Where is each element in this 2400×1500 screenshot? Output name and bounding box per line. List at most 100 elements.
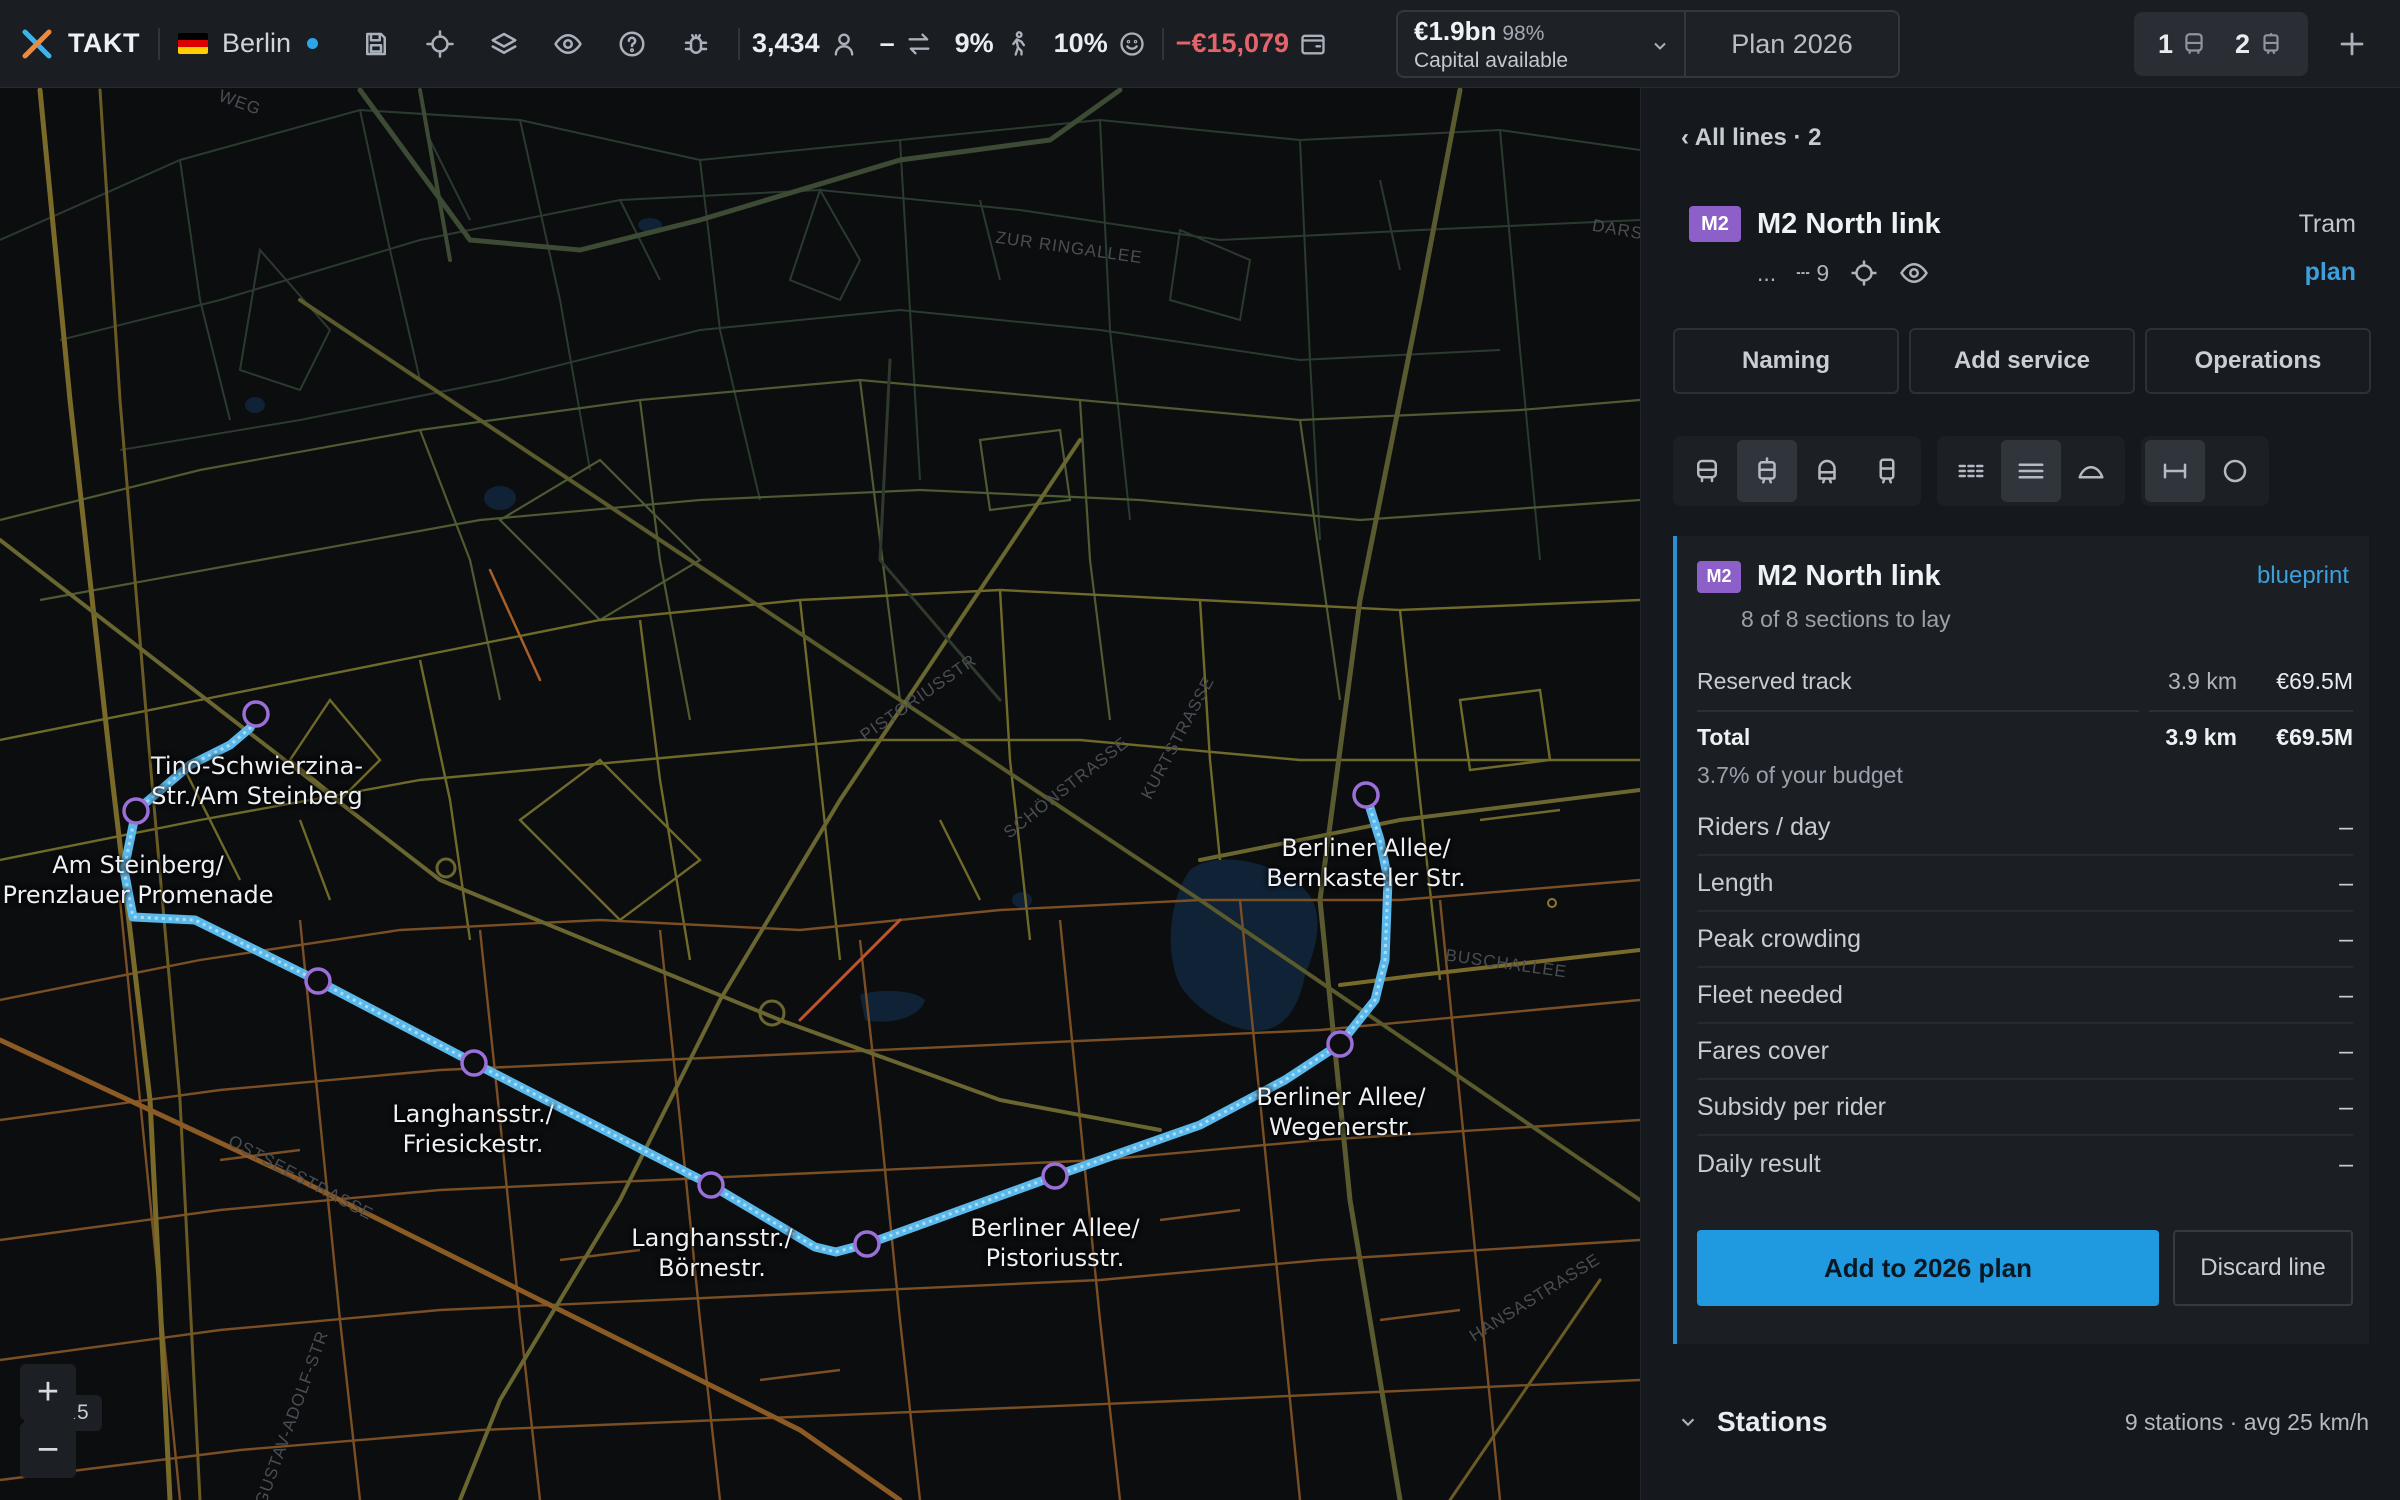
debug-button[interactable]: [664, 12, 728, 76]
total-km: 3.9 km: [2165, 724, 2237, 750]
add-service-button[interactable]: Add service: [1909, 328, 2135, 394]
divider: [738, 27, 741, 60]
line-badge: M2: [1689, 206, 1741, 242]
station-marker[interactable]: [1326, 1030, 1354, 1058]
circle-icon: [2223, 459, 2247, 483]
station-marker[interactable]: [460, 1049, 488, 1077]
line-type: Tram: [2298, 210, 2356, 238]
track-elevated-button[interactable]: [2061, 440, 2121, 502]
arch-icon: [2078, 466, 2104, 479]
station-label: Berliner Allee/ Bernkasteler Str.: [1266, 834, 1466, 892]
locate-button[interactable]: [408, 12, 472, 76]
station-marker[interactable]: [242, 700, 270, 728]
budget-share: 3.7% of your budget: [1697, 762, 1903, 788]
station-marker[interactable]: [304, 967, 332, 995]
train-type-button[interactable]: [1857, 440, 1917, 502]
help-icon: [619, 31, 645, 56]
save-icon: [366, 32, 387, 55]
balance-stat: −€15,079: [1176, 28, 1327, 59]
total-label: Total: [1697, 724, 1751, 750]
tram-icon: [2263, 33, 2279, 55]
metric-value: –: [2339, 924, 2353, 953]
mode-tram[interactable]: 2: [2235, 29, 2284, 60]
crosshair-icon: [426, 29, 454, 58]
bus-type-button[interactable]: [1677, 440, 1737, 502]
metro-type-button[interactable]: [1797, 440, 1857, 502]
bus-icon: [1697, 459, 1717, 483]
all-lines-link[interactable]: ‹ All lines · 2: [1681, 124, 1821, 152]
brand[interactable]: TAKT: [0, 0, 140, 88]
plan-2026-button[interactable]: Plan 2026: [1686, 10, 1900, 78]
line-detail-panel: ‹ All lines · 2 M2 M2 North link Tram ..…: [1640, 88, 2400, 1500]
metric-row: Length –: [1697, 856, 2353, 912]
walk-stat: 9%: [955, 28, 1032, 59]
total-row: Total 3.9 km €69.5M: [1697, 724, 2353, 751]
live-status-dot: [307, 38, 319, 49]
station-marker[interactable]: [122, 797, 150, 825]
line-badge: M2: [1697, 560, 1741, 593]
vehicle-mode-toggle[interactable]: 1 2: [2134, 12, 2308, 76]
visibility-button[interactable]: [536, 12, 600, 76]
track-dashed-button[interactable]: [1941, 440, 2001, 502]
zoom-in-button[interactable]: +: [20, 1364, 76, 1420]
add-to-plan-button[interactable]: Add to 2026 plan: [1697, 1230, 2159, 1306]
transfer-stat: –: [880, 28, 933, 59]
station-marker[interactable]: [697, 1171, 725, 1199]
pond: [245, 397, 265, 413]
capital-amount: €1.9bn: [1414, 15, 1497, 46]
loop-line-button[interactable]: [2205, 440, 2265, 502]
wallet-icon: [1301, 34, 1325, 54]
add-line-button[interactable]: [2320, 12, 2384, 76]
metric-row: Peak crowding –: [1697, 912, 2353, 968]
stations-section-header[interactable]: Stations 9 stations · avg 25 km/h: [1677, 1406, 2369, 1438]
capital-dropdown[interactable]: €1.9bn 98% Capital available: [1396, 10, 1686, 78]
bus-icon: [2185, 33, 2203, 54]
card-header: M2 M2 North link: [1697, 560, 1941, 593]
metric-value: –: [2339, 980, 2353, 1009]
help-button[interactable]: [600, 12, 664, 76]
save-button[interactable]: [344, 12, 408, 76]
linear-line-button[interactable]: [2145, 440, 2205, 502]
mode-bus[interactable]: 1: [2158, 29, 2207, 60]
metric-row: Subsidy per rider –: [1697, 1080, 2353, 1136]
chevron-down-icon: [1681, 1418, 1695, 1427]
happiness-stat: 10%: [1054, 28, 1146, 59]
station-marker[interactable]: [1352, 781, 1380, 809]
station-label: Langhansstr./ Börnestr.: [631, 1224, 793, 1282]
stations-summary: 9 stations · avg 25 km/h: [2124, 1408, 2369, 1435]
station-count: ┄ 9: [1796, 259, 1830, 286]
eye-icon[interactable]: [1899, 258, 1929, 288]
more-menu[interactable]: ...: [1757, 260, 1776, 287]
population-stat: 3,434: [752, 28, 858, 59]
plan-link[interactable]: plan: [2305, 258, 2356, 287]
divider: [157, 27, 160, 60]
track-style-group: [1937, 436, 2125, 506]
capital-label: Capital available: [1414, 48, 1569, 72]
zoom-out-button[interactable]: −: [20, 1422, 76, 1478]
naming-button[interactable]: Naming: [1673, 328, 1899, 394]
metric-label: Daily result: [1697, 1149, 1821, 1178]
station-marker[interactable]: [1041, 1162, 1069, 1190]
takt-logo-icon: [22, 29, 52, 58]
metric-row: Fares cover –: [1697, 1024, 2353, 1080]
blueprint-status: blueprint: [2256, 562, 2349, 589]
station-label: Berliner Allee/ Wegenerstr.: [1256, 1083, 1426, 1141]
layers-button[interactable]: [472, 12, 536, 76]
station-marker[interactable]: [853, 1230, 881, 1258]
chevron-down-icon: [1654, 42, 1666, 50]
capital-percent: 98%: [1502, 21, 1545, 45]
mode-2-count: 2: [2234, 28, 2251, 59]
balance-value: −€15,079: [1175, 28, 1290, 58]
tram-type-button[interactable]: [1737, 440, 1797, 502]
crosshair-icon[interactable]: [1849, 258, 1879, 288]
operations-button[interactable]: Operations: [2145, 328, 2371, 394]
happiness-value: 10%: [1053, 28, 1108, 58]
map-canvas[interactable]: ZUR RINGALLEE WEG DARS PISTORIUSSTR SCHÖ…: [0, 88, 1640, 1500]
metric-value: –: [2339, 1149, 2353, 1178]
track-solid-button[interactable]: [2001, 440, 2061, 502]
germany-flag-icon: [177, 33, 208, 54]
line-title[interactable]: M2 North link: [1757, 208, 1941, 241]
discard-line-button[interactable]: Discard line: [2173, 1230, 2353, 1306]
city-selector[interactable]: Berlin: [177, 28, 319, 59]
reserved-km: 3.9 km: [2167, 668, 2237, 694]
